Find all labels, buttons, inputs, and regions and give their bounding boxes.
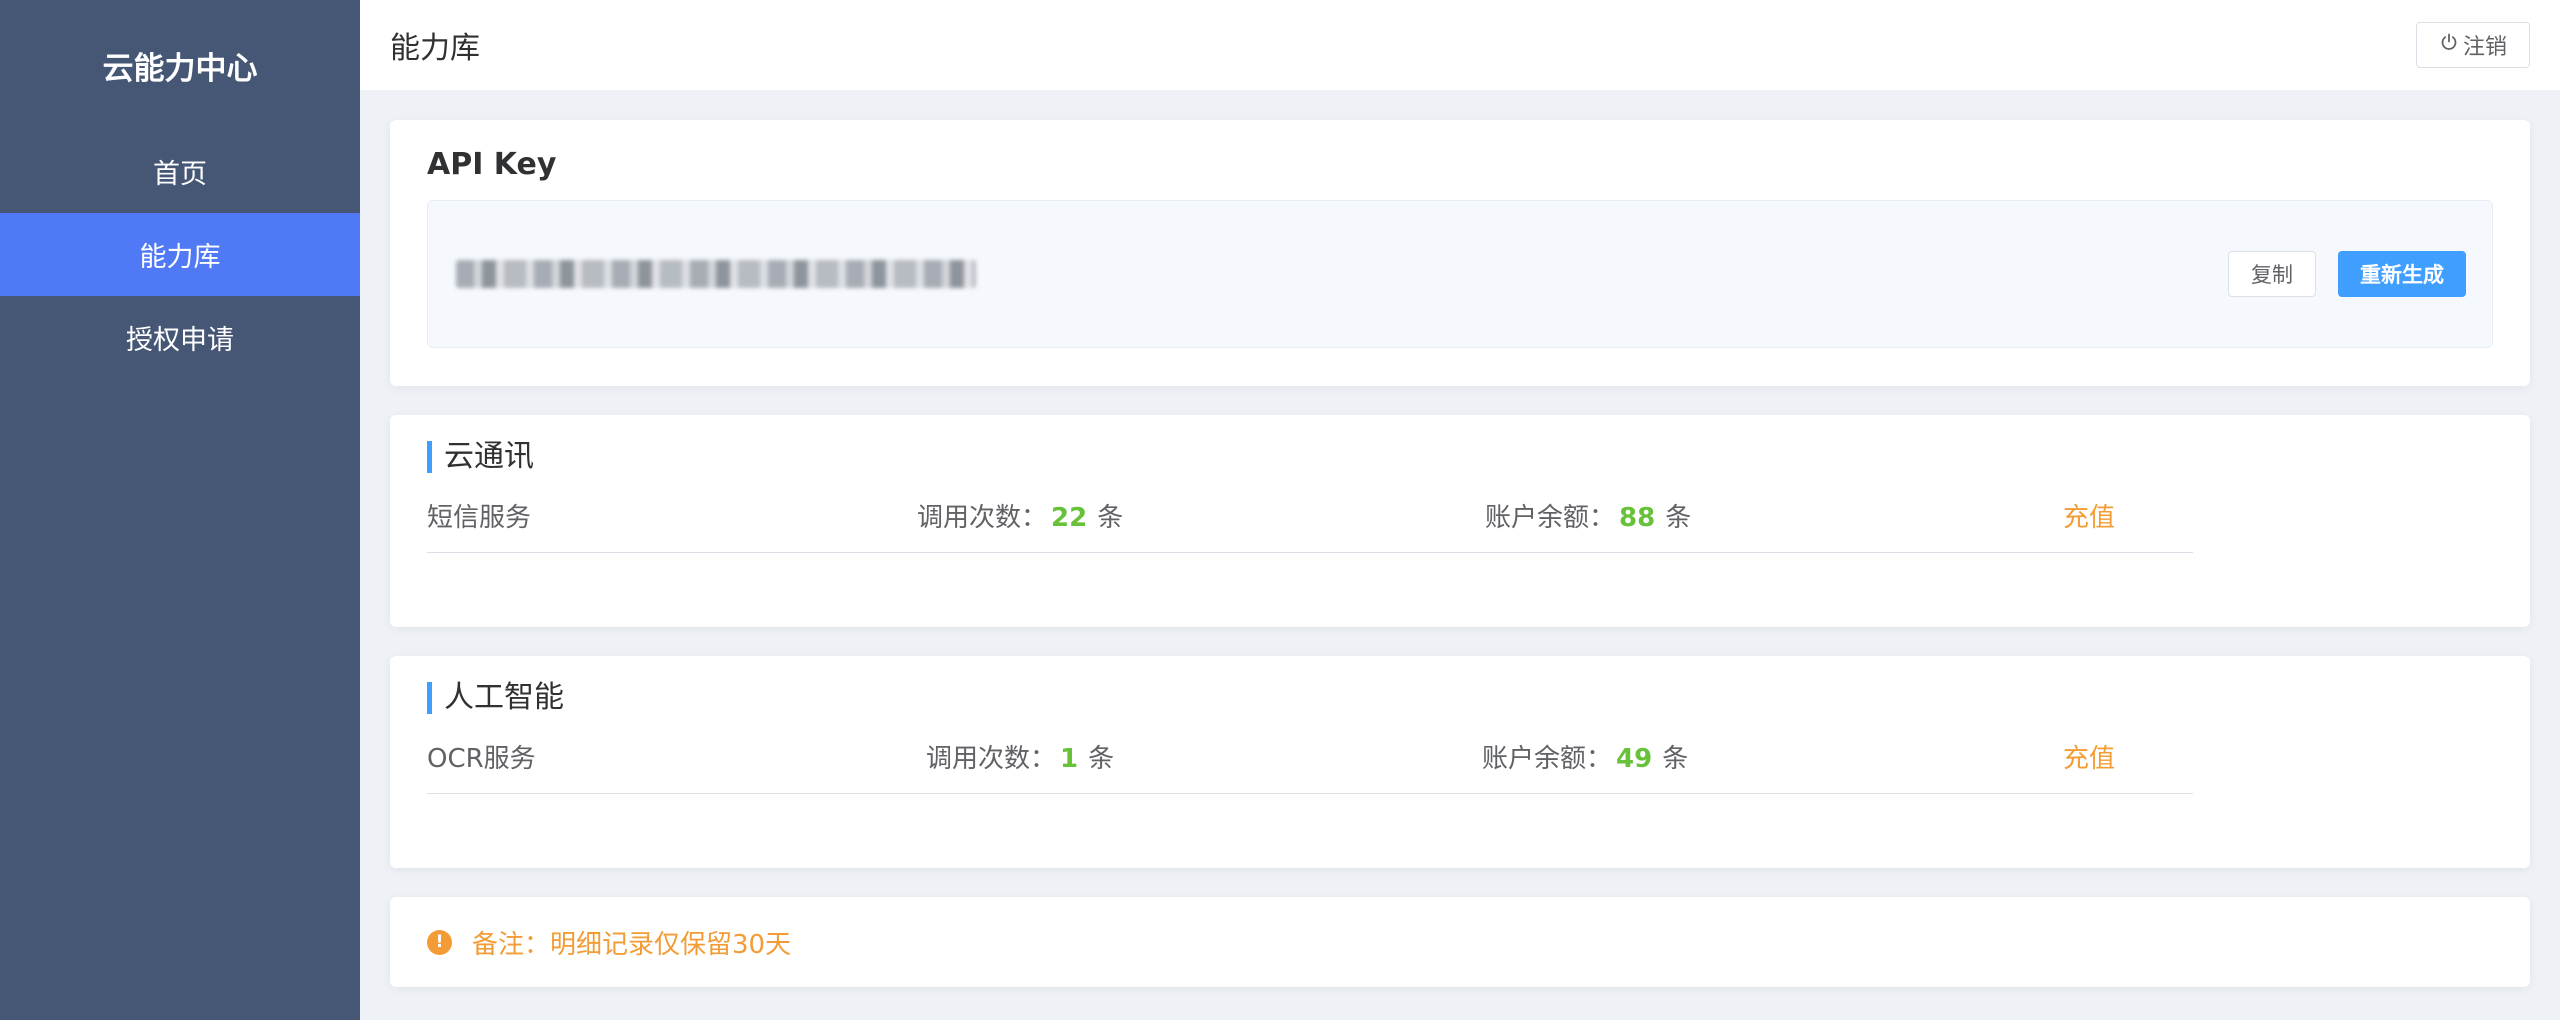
section-title: 云通讯 [427,441,2493,473]
recharge-link[interactable]: 充值 [2063,738,2115,775]
balance-value: 49 [1616,744,1653,774]
calls-value: 22 [1051,503,1088,533]
section-artificial-intelligence: 人工智能 OCR服务 调用次数： 1 条 账户余额： 49 条 充值 [390,656,2530,868]
calls-count: 调用次数： 1 条 [926,738,1114,775]
calls-label: 调用次数： [926,744,1057,774]
regenerate-button[interactable]: 重新生成 [2338,251,2466,297]
calls-count: 调用次数： 22 条 [917,497,1123,534]
content: API Key 复制 重新生成 云通讯 短信服务 调用次数： 22 条 账户余额： 8… [360,90,2560,987]
main-area: 能力库 注销 API Key 复制 重新生成 云通讯 短信服务 调用次数： 22… [360,0,2560,1020]
note-text: 备注：明细记录仅保留30天 [472,929,792,960]
top-bar: 能力库 注销 [360,0,2560,90]
balance-unit: 条 [1665,503,1692,533]
note-card: ! 备注：明细记录仅保留30天 [390,897,2530,987]
api-key-title: API Key [427,147,557,182]
sidebar-item-home[interactable]: 首页 [0,130,360,213]
recharge-link[interactable]: 充值 [2063,497,2115,534]
power-icon [2439,32,2459,58]
balance-label: 账户余额： [1482,744,1613,774]
app-root: 云能力中心 首页 能力库 授权申请 能力库 注销 API Key 复制 重新生成… [0,0,2560,1020]
logout-label: 注销 [2462,34,2507,59]
api-key-value [456,260,976,288]
calls-value: 1 [1060,744,1079,774]
calls-unit: 条 [1088,744,1115,774]
account-balance: 账户余额： 49 条 [1482,738,1688,775]
sidebar-item-capability-library[interactable]: 能力库 [0,213,360,296]
sidebar-item-authorization[interactable]: 授权申请 [0,296,360,379]
api-key-box: 复制 重新生成 [427,200,2493,348]
service-name: OCR服务 [427,744,536,774]
copy-button[interactable]: 复制 [2228,251,2316,297]
sidebar: 云能力中心 首页 能力库 授权申请 [0,0,360,1020]
account-balance: 账户余额： 88 条 [1485,497,1691,534]
balance-unit: 条 [1662,744,1689,774]
page-title: 能力库 [390,31,480,66]
service-row-ocr: OCR服务 调用次数： 1 条 账户余额： 49 条 充值 [427,714,2193,794]
logout-button[interactable]: 注销 [2415,22,2530,68]
calls-label: 调用次数： [917,503,1048,533]
service-name: 短信服务 [427,503,532,533]
balance-value: 88 [1619,503,1656,533]
warning-icon: ! [427,929,452,955]
api-key-actions: 复制 重新生成 [2228,251,2466,297]
balance-label: 账户余额： [1485,503,1616,533]
api-key-card: API Key 复制 重新生成 [390,120,2530,386]
service-row-sms: 短信服务 调用次数： 22 条 账户余额： 88 条 充值 [427,473,2193,553]
section-cloud-communication: 云通讯 短信服务 调用次数： 22 条 账户余额： 88 条 充值 [390,415,2530,627]
brand-title: 云能力中心 [102,50,258,87]
calls-unit: 条 [1097,503,1124,533]
section-title: 人工智能 [427,682,2493,714]
